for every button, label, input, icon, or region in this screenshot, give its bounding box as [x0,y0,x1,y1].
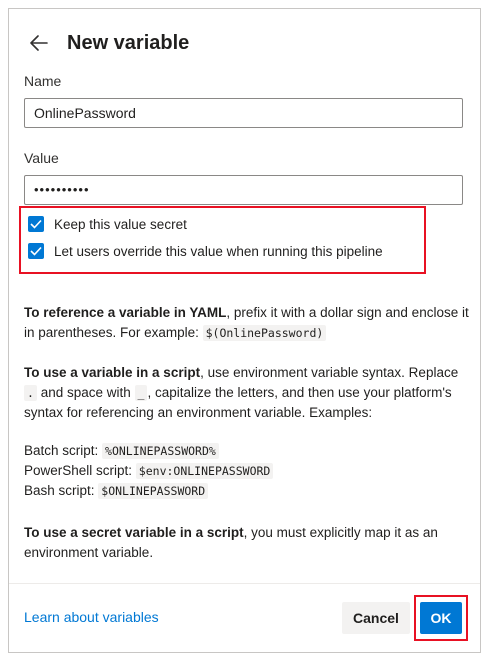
checkbox-checked[interactable] [28,243,44,259]
checkmark-icon [30,219,42,229]
arrow-left-icon [30,35,48,51]
script-examples: Batch script: %ONLINEPASSWORD% PowerShel… [24,441,469,501]
keep-secret-checkbox[interactable]: Keep this value secret [28,216,187,232]
panel-header: New variable [27,23,189,63]
yaml-code-example: $(OnlinePassword) [202,325,327,341]
new-variable-panel: New variable Name OnlinePassword Value •… [8,8,481,653]
bash-code: $ONLINEPASSWORD [98,483,209,499]
secret-help-heading: To use a secret variable in a script [24,525,244,540]
value-label: Value [24,150,59,166]
batch-example: Batch script: %ONLINEPASSWORD% [24,441,469,461]
name-label: Name [24,73,62,89]
ok-button[interactable]: OK [420,602,462,634]
name-input[interactable]: OnlinePassword [24,98,463,128]
yaml-help-text: To reference a variable in YAML, prefix … [24,303,469,343]
script-help-heading: To use a variable in a script [24,365,201,380]
bash-example: Bash script: $ONLINEPASSWORD [24,481,469,501]
cancel-button[interactable]: Cancel [342,602,410,634]
keep-secret-label: Keep this value secret [54,216,187,232]
script-help-body-1: , use environment variable syntax. Repla… [200,365,459,380]
batch-code: %ONLINEPASSWORD% [102,443,219,459]
checkbox-checked[interactable] [28,216,44,232]
allow-override-label: Let users override this value when runni… [54,243,383,259]
script-help-body-2: and space with [36,385,135,400]
page-title: New variable [67,31,190,54]
back-button[interactable] [27,31,51,55]
checkmark-icon [30,246,42,256]
learn-about-variables-link[interactable]: Learn about variables [24,609,159,625]
dot-code: . [24,385,37,401]
underscore-code: _ [134,385,148,401]
secret-help-text: To use a secret variable in a script, yo… [24,523,469,563]
script-help-text: To use a variable in a script, use envir… [24,363,469,423]
powershell-example: PowerShell script: $env:ONLINEPASSWORD [24,461,469,481]
footer-divider [9,583,480,584]
value-input[interactable]: •••••••••• [24,175,463,205]
yaml-help-heading: To reference a variable in YAML [24,305,227,320]
powershell-code: $env:ONLINEPASSWORD [135,463,274,479]
allow-override-checkbox[interactable]: Let users override this value when runni… [28,243,383,259]
